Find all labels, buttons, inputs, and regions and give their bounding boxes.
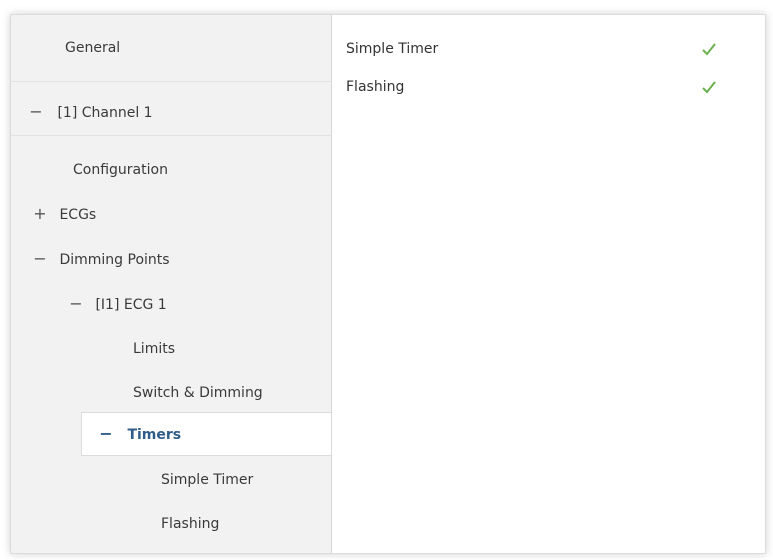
collapse-icon[interactable]: − xyxy=(27,97,45,127)
param-label: Simple Timer xyxy=(346,41,439,57)
tree-item-ecgs[interactable]: + ECGs xyxy=(31,199,96,229)
tree-item-dimming-points[interactable]: − Dimming Points xyxy=(31,244,170,274)
tree-item-switch-dimming[interactable]: Switch & Dimming xyxy=(133,378,263,408)
tree-item-limits-label: Limits xyxy=(133,341,175,357)
divider xyxy=(11,81,331,82)
collapse-icon[interactable]: − xyxy=(67,289,85,319)
tree-item-general-label: General xyxy=(65,40,121,56)
tree-item-flashing[interactable]: Flashing xyxy=(161,509,219,539)
parameter-tree: General − [1] Channel 1 Configuration + … xyxy=(11,15,333,553)
tree-item-timers-label: Timers xyxy=(127,427,182,443)
tree-item-switch-dimming-label: Switch & Dimming xyxy=(133,385,263,401)
param-row-flashing: Flashing xyxy=(346,75,726,99)
param-label: Flashing xyxy=(346,79,405,95)
tree-item-limits[interactable]: Limits xyxy=(133,334,175,364)
collapse-icon[interactable]: − xyxy=(31,244,49,274)
parameter-panel: Simple Timer Flashing xyxy=(331,15,765,553)
divider xyxy=(11,135,331,136)
tree-item-channel-1-label: [1] Channel 1 xyxy=(57,105,153,121)
tree-item-timers[interactable]: − Timers xyxy=(97,419,181,449)
tree-item-simple-timer[interactable]: Simple Timer xyxy=(161,465,253,495)
parameter-window: General − [1] Channel 1 Configuration + … xyxy=(10,14,766,554)
tree-item-dimming-points-label: Dimming Points xyxy=(59,252,170,268)
tree-item-configuration[interactable]: Configuration xyxy=(73,155,168,185)
tree-item-general[interactable]: General xyxy=(65,33,120,63)
tree-item-ecg-1-label: [I1] ECG 1 xyxy=(95,297,167,313)
expand-icon[interactable]: + xyxy=(31,199,49,229)
tree-item-simple-timer-label: Simple Timer xyxy=(161,472,254,488)
tree-item-configuration-label: Configuration xyxy=(73,162,168,178)
tree-item-ecg-1[interactable]: − [I1] ECG 1 xyxy=(67,289,167,319)
tree-item-channel-1[interactable]: − [1] Channel 1 xyxy=(27,97,153,127)
tree-item-flashing-label: Flashing xyxy=(161,516,220,532)
checkmark-icon[interactable] xyxy=(701,41,717,57)
collapse-icon[interactable]: − xyxy=(97,419,115,449)
checkmark-icon[interactable] xyxy=(701,79,717,95)
tree-item-ecgs-label: ECGs xyxy=(59,207,97,223)
param-row-simple-timer: Simple Timer xyxy=(346,37,726,61)
